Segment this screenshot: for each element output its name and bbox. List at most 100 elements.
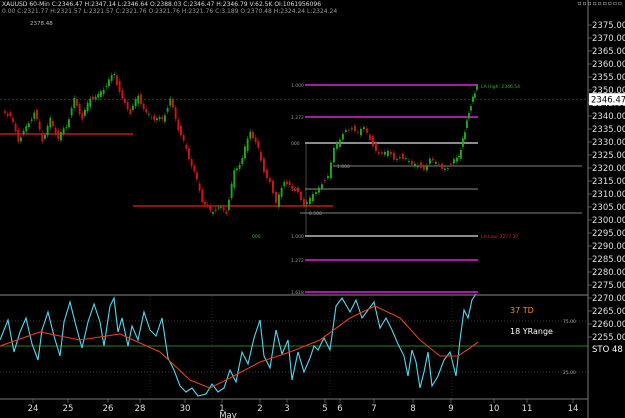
candle-body bbox=[113, 74, 116, 76]
time-label: 7 bbox=[371, 404, 376, 414]
price-label: 2290.00 bbox=[592, 242, 625, 252]
candle-body bbox=[190, 158, 193, 167]
candle-body bbox=[36, 109, 38, 120]
candle-body bbox=[92, 96, 94, 100]
candle-body bbox=[384, 151, 386, 155]
candle-body bbox=[142, 103, 145, 110]
candle-body bbox=[30, 119, 33, 121]
candle-body bbox=[164, 115, 166, 122]
candle-body bbox=[54, 127, 57, 135]
time-label: 2 bbox=[257, 404, 262, 414]
candle-body bbox=[357, 131, 359, 133]
time-label: 3 bbox=[284, 404, 289, 414]
fib-label: 1.272 bbox=[291, 115, 304, 121]
time-label: 24 bbox=[28, 404, 39, 414]
candle-body bbox=[241, 158, 244, 165]
fib-mid-label: 1.000 bbox=[337, 164, 350, 170]
candle-body bbox=[432, 158, 434, 161]
candle-body bbox=[238, 164, 241, 169]
candle-body bbox=[286, 181, 288, 185]
candle-body bbox=[300, 191, 302, 200]
fib-low-label: LA Low: 2277.37 bbox=[481, 234, 518, 240]
fib-far-label: 000 bbox=[252, 234, 261, 240]
axes: 2375.00 2370.00 2365.00 2360.00 2355.00 2 3 5 0.… bbox=[0, 0, 625, 418]
candle-body bbox=[57, 130, 60, 140]
price-label: 2315.00 bbox=[592, 177, 625, 187]
time-label: 25 bbox=[63, 404, 74, 414]
candle-body bbox=[360, 128, 362, 136]
price-label: 2335.00 bbox=[592, 125, 625, 135]
candle-body bbox=[460, 150, 462, 159]
candle-body bbox=[65, 127, 68, 128]
month-label: May bbox=[219, 411, 237, 418]
candle-body bbox=[129, 109, 132, 114]
candle-body bbox=[214, 209, 217, 212]
candle-body bbox=[263, 158, 265, 173]
candle-body bbox=[447, 167, 449, 169]
candle-body bbox=[12, 118, 14, 122]
candle-body bbox=[438, 163, 440, 165]
candle-body bbox=[97, 93, 100, 98]
candle-body bbox=[468, 113, 470, 119]
candle-body bbox=[220, 207, 222, 208]
candle-body bbox=[408, 161, 410, 162]
candle-body bbox=[417, 165, 419, 168]
candle-body bbox=[44, 135, 46, 139]
candle-body bbox=[252, 132, 254, 139]
candle-body bbox=[60, 132, 62, 141]
candle-body bbox=[52, 120, 54, 127]
candle-body bbox=[333, 147, 335, 163]
window-icons[interactable]: ▫▫▫▫▫▫▫▫▫ bbox=[577, 0, 623, 7]
candle-body bbox=[444, 168, 446, 170]
candle-body bbox=[354, 125, 356, 132]
candle-body bbox=[38, 121, 41, 130]
candle-body bbox=[153, 115, 156, 121]
candle-body bbox=[137, 95, 140, 104]
candle-body bbox=[116, 75, 118, 85]
candle-body bbox=[441, 163, 443, 170]
candle-body bbox=[134, 99, 137, 107]
yrange-label: 18 YRange bbox=[510, 327, 553, 336]
candle-body bbox=[458, 155, 460, 158]
candle-body bbox=[348, 129, 350, 131]
price-label: 2360.00 bbox=[592, 60, 625, 70]
candle-body bbox=[315, 192, 317, 194]
candle-body bbox=[399, 157, 401, 159]
fib-label: 1.000 bbox=[291, 234, 304, 240]
candle-body bbox=[363, 127, 365, 130]
price-label: 2260.00 bbox=[592, 320, 625, 330]
candle-body bbox=[177, 119, 180, 131]
price-label: 2280.00 bbox=[592, 268, 625, 278]
candle-body bbox=[228, 199, 230, 210]
price-label: 2355.00 bbox=[592, 73, 625, 83]
candle-body bbox=[225, 211, 228, 215]
price-label: 2295.00 bbox=[592, 229, 625, 239]
price-label: 2375.00 bbox=[592, 21, 625, 31]
candle-body bbox=[330, 162, 332, 179]
stochastic-line bbox=[0, 293, 477, 397]
candle-body bbox=[230, 183, 233, 199]
candle-body bbox=[196, 172, 198, 180]
candle-body bbox=[110, 75, 113, 81]
oscillator-panel: 75.00 25.00 37 TD 18 YRange STO 48 bbox=[0, 293, 623, 399]
candle-body bbox=[70, 108, 73, 116]
trading-chart[interactable]: 1.0001.2720005001.0001.2721.6181.0000.50… bbox=[0, 0, 625, 418]
candle-body bbox=[28, 123, 30, 127]
candle-body bbox=[309, 197, 311, 204]
candle-body bbox=[148, 113, 150, 115]
candle-body bbox=[25, 125, 28, 132]
time-label: 8 bbox=[410, 404, 415, 414]
candle-body bbox=[272, 180, 274, 194]
candle-body bbox=[435, 162, 437, 164]
candle-body bbox=[156, 118, 158, 121]
candle-body bbox=[342, 134, 344, 140]
candle-body bbox=[81, 113, 84, 120]
candle-body bbox=[46, 125, 49, 136]
candle-body bbox=[297, 187, 299, 193]
indicator-header: 0.00 C:2321.77 H:2321.57 L:2321.57 C:232… bbox=[2, 8, 338, 15]
candle-body bbox=[22, 130, 25, 134]
candle-body bbox=[257, 141, 260, 148]
current-price-label: 2346.47 bbox=[591, 96, 625, 106]
price-label: 2265.00 bbox=[592, 307, 625, 317]
candle-body bbox=[180, 125, 182, 136]
